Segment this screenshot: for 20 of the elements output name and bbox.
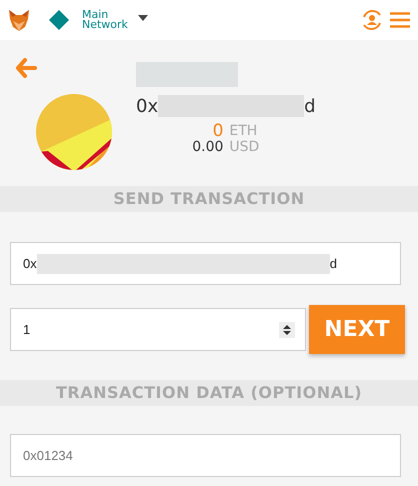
fox-logo-icon[interactable] — [6, 7, 32, 33]
spinner-icon[interactable] — [279, 322, 295, 338]
address-start: 0x — [136, 96, 158, 116]
recipient-end: d — [330, 256, 337, 271]
balance-value: 0 — [212, 123, 224, 139]
section-header: SEND TRANSACTION — [0, 186, 418, 212]
data-field[interactable]: 0x01234 — [10, 434, 401, 477]
diamond-icon — [48, 9, 70, 31]
fiat-unit: USD — [229, 139, 260, 155]
amount-value: 1 — [23, 322, 30, 337]
balance-unit: ETH — [229, 123, 258, 139]
menu-icon[interactable] — [390, 12, 410, 28]
caret-icon[interactable] — [138, 15, 148, 21]
amount-field[interactable]: 1 — [10, 308, 306, 351]
address-end: d — [304, 96, 316, 116]
network-name[interactable]: Main Network — [82, 10, 128, 30]
recipient-field[interactable]: 0x d — [10, 242, 401, 285]
recipient-start: 0x — [23, 256, 37, 271]
section-header: TRANSACTION DATA (OPTIONAL) — [0, 380, 418, 406]
fiat-value: 0.00 — [191, 139, 224, 155]
